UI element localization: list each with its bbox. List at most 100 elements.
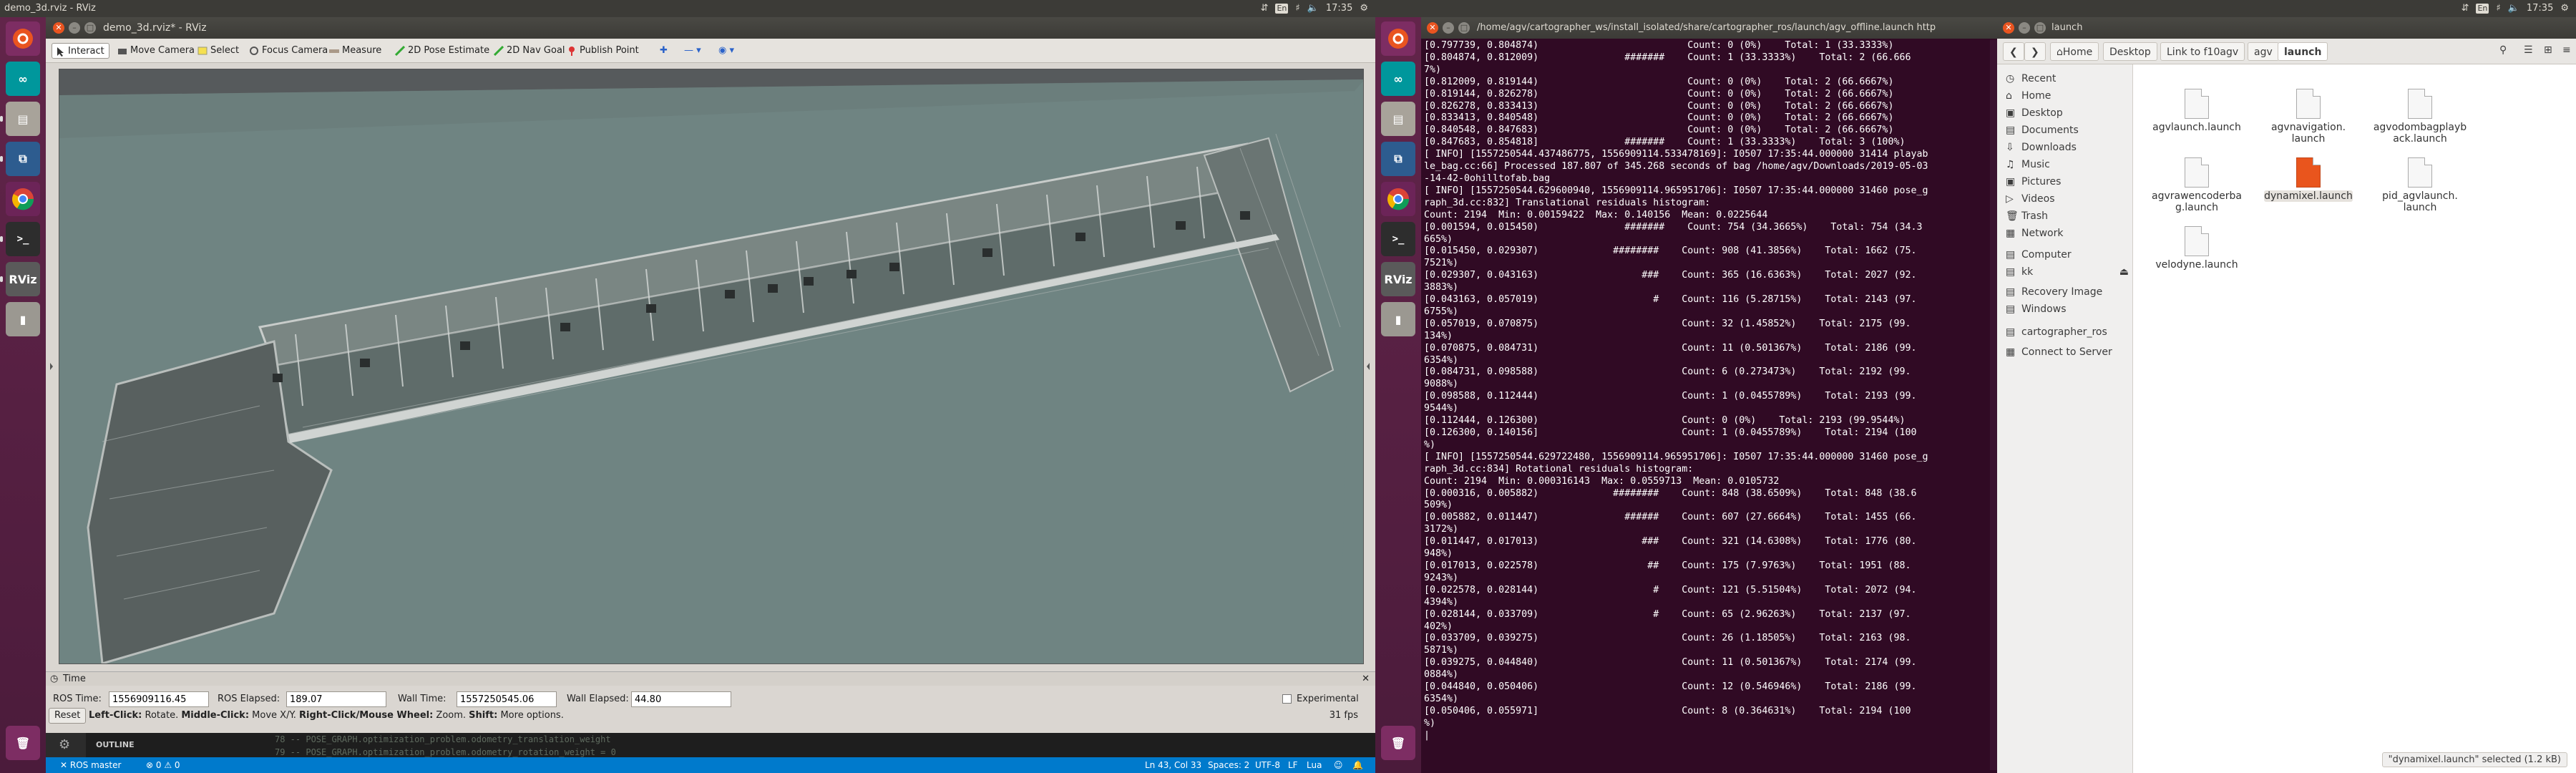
sidebar-item-documents[interactable]: ▤ Documents [2003,122,2129,139]
breadcrumb-link-to-f10agv[interactable]: Link to f10agv [2160,42,2245,61]
tool-2d-nav-goal[interactable]: 2D Nav Goal [491,43,570,59]
breadcrumb-launch[interactable]: launch [2278,42,2328,61]
left-panel-splitter[interactable] [49,69,56,664]
terminal-output[interactable]: [0.797739, 0.804874) Count: 0 (0%) Total… [1424,40,1989,770]
arduino-icon[interactable]: ∞ [6,62,40,96]
bluetooth-icon[interactable]: ♯ [2496,0,2500,17]
problems-count[interactable]: ⊗ 0 ⚠ 0 [146,757,180,773]
file-item[interactable]: agvnavigation. launch [2255,89,2362,145]
minimize-icon[interactable]: – [69,22,80,34]
close-panel-icon[interactable]: ✕ [1362,672,1370,686]
eol-setting[interactable]: LF [1288,757,1298,773]
close-icon[interactable]: ✕ [1427,22,1438,34]
grid-view-icon[interactable]: ⊞ [2544,44,2552,56]
sidebar-item-trash[interactable]: 🗑 Trash [2003,208,2129,225]
cursor-position[interactable]: Ln 43, Col 33 [1145,757,1201,773]
file-cabinet-icon[interactable]: ▤ [1381,102,1415,136]
maximize-icon[interactable]: □ [84,22,96,34]
sidebar-item-desktop[interactable]: ▣ Desktop [2003,104,2129,122]
sidebar-item-music[interactable]: ♫ Music [2003,156,2129,173]
sidebar-item-videos[interactable]: ▷ Videos [2003,190,2129,208]
outline-section-label[interactable]: OUTLINE [96,740,135,749]
close-icon[interactable]: ✕ [2003,22,2014,34]
chrome-icon[interactable] [6,182,40,216]
file-manager-title-bar[interactable]: ✕ – □ launch [1997,17,2576,39]
maximize-icon[interactable]: □ [2034,22,2046,34]
maximize-icon[interactable]: □ [1458,22,1470,34]
file-item[interactable]: agvlaunch.launch [2143,89,2250,133]
rviz-icon[interactable]: RViz [1381,262,1415,296]
breadcrumb-agv[interactable]: agv [2248,42,2279,61]
notifications-bell-icon[interactable]: 🔔 [1352,757,1363,773]
ubuntu-dash-icon[interactable] [6,21,40,56]
wall-time-field[interactable] [457,691,557,707]
arduino-icon[interactable]: ∞ [1381,62,1415,96]
feedback-icon[interactable]: ☺ [1334,757,1343,773]
settings-gear-icon[interactable]: ⚙ [2560,0,2569,17]
forward-button[interactable]: ❯ [2024,42,2046,61]
ros-time-field[interactable] [109,691,209,707]
minimize-icon[interactable]: – [1443,22,1454,34]
vscode-icon[interactable]: ⧉ [1381,142,1415,176]
keyboard-layout-indicator[interactable]: En [1275,4,1289,14]
indentation-setting[interactable]: Spaces: 2 [1208,757,1249,773]
file-item[interactable]: pid_agvlaunch. launch [2366,157,2474,213]
minimize-icon[interactable]: – [2019,22,2030,34]
eject-icon[interactable]: ⏏ [2119,263,2129,281]
terminal-icon[interactable]: >_ [6,222,40,256]
volume-icon[interactable]: 🔈 [2508,0,2519,17]
tool-measure[interactable]: Measure [326,43,386,59]
sidebar-item-downloads[interactable]: ⇩ Downloads [2003,139,2129,156]
sidebar-item-pictures[interactable]: ▣ Pictures [2003,173,2129,190]
sidebar-item-recovery-image[interactable]: ▤ Recovery Image [2003,283,2129,301]
file-item[interactable]: dynamixel.launch [2255,157,2362,202]
sidebar-item-connect-to-server[interactable]: ▦ Connect to Server [2003,344,2129,361]
keyboard-layout-indicator[interactable]: En [2476,4,2489,14]
usb-drive-icon[interactable]: ▮ [6,302,40,336]
breadcrumb-desktop[interactable]: Desktop [2103,42,2157,61]
clock[interactable]: 17:35 [2527,0,2553,17]
tool-move-camera[interactable]: Move Camera [114,43,199,59]
settings-gear-icon[interactable]: ⚙ [1360,0,1368,17]
terminal-icon[interactable]: >_ [1381,222,1415,256]
rviz-title-bar[interactable]: ✕ – □ demo_3d.rviz* - RViz [46,17,1375,39]
tool-2d-pose-estimate[interactable]: 2D Pose Estimate [392,43,494,59]
tool-focus-camera[interactable]: Focus Camera [246,43,332,59]
usb-drive-icon[interactable]: ▮ [1381,302,1415,336]
breadcrumb-home[interactable]: ⌂Home [2050,42,2099,61]
experimental-checkbox[interactable] [1282,694,1292,704]
chrome-icon[interactable] [1381,182,1415,216]
menu-icon[interactable]: ≡ [2562,44,2571,56]
tool-interact[interactable]: Interact [52,43,109,59]
search-icon[interactable]: ⚲ [2499,44,2507,56]
ros-elapsed-field[interactable] [286,691,386,707]
vscode-icon[interactable]: ⧉ [6,142,40,176]
back-button[interactable]: ❮ [2003,42,2024,61]
sidebar-item-home[interactable]: ⌂ Home [2003,87,2129,104]
sidebar-item-cartographer-ros[interactable]: ▤ cartographer_ros [2003,324,2129,341]
file-item[interactable]: velodyne.launch [2143,226,2250,271]
remove-tool-button[interactable]: — ▾ [680,43,706,59]
sidebar-item-computer[interactable]: ▤ Computer [2003,246,2129,263]
tool-select[interactable]: Select [195,43,243,59]
reset-button[interactable]: Reset [49,708,87,724]
terminal-scrollbar[interactable] [1990,40,1997,770]
ubuntu-dash-icon[interactable] [1381,21,1415,56]
file-item[interactable]: agvrawencoderba g.launch [2143,157,2250,213]
language-mode[interactable]: Lua [1307,757,1322,773]
list-view-icon[interactable]: ☰ [2524,44,2533,56]
ros-master-status[interactable]: ✕ ROS master [60,757,121,773]
add-tool-button[interactable]: ✚ [655,43,672,59]
tool-publish-point[interactable]: Publish Point [564,43,643,59]
trash-icon[interactable]: 🗑 [1381,726,1415,760]
wall-elapsed-field[interactable] [631,691,731,707]
terminal-title-bar[interactable]: ✕ – □ /home/agv/cartographer_ws/install_… [1421,17,1997,39]
encoding-setting[interactable]: UTF-8 [1255,757,1280,773]
sidebar-item-network[interactable]: ▦ Network [2003,225,2129,242]
file-cabinet-icon[interactable]: ▤ [6,102,40,136]
point-cloud-map[interactable] [59,69,1364,664]
network-icon[interactable]: ⇵ [2462,0,2469,17]
bluetooth-icon[interactable]: ♯ [1295,0,1299,17]
rviz-icon[interactable]: RViz [6,262,40,296]
sidebar-item-windows[interactable]: ▤ Windows [2003,301,2129,318]
